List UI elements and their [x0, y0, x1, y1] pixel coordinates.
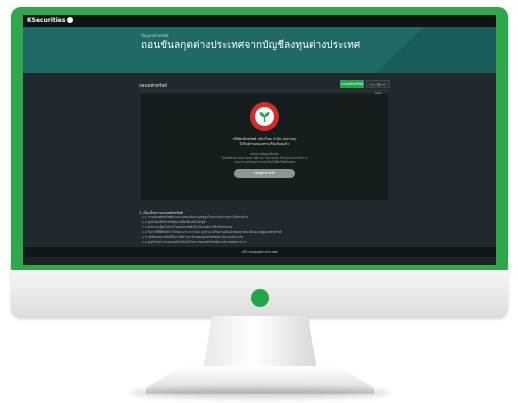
site-logo[interactable]: KSecurities: [27, 16, 74, 26]
conditions-list: 1.1 การถอนหลักทรัพย์ต่างประเทศจะต้องระบุ…: [142, 215, 281, 245]
logo-text: KSecurities: [27, 17, 66, 24]
site-topbar: KSecurities: [23, 15, 496, 27]
floor-shadow: [130, 388, 390, 398]
tab-withdraw[interactable]: ถอนหลักทรัพย์: [340, 80, 364, 88]
monitor-stand-neck: [202, 316, 318, 374]
section-label: ถอนหลักทรัพย์: [139, 84, 167, 89]
back-home-button[interactable]: กลับสู่หน้าหลัก: [234, 169, 295, 178]
plant-icon: [259, 112, 270, 122]
section-divider: [139, 90, 389, 91]
confirmation-message: ได้รับคำขอของท่านเรียบร้อยแล้ว: [239, 142, 290, 146]
processing-note: ระยะเวลาดำเนินการตามเงื่อนไขที่บริษัทกำห…: [233, 160, 296, 164]
kasikorn-logo-icon: [67, 17, 74, 23]
monitor-screen: KSecurities ข้อมูลหลักทรัพย์ ถอนขันลกุดต…: [23, 15, 496, 265]
list-item: 1.6 ลูกค้ารับทราบและยอมรับเงื่อนไขในการถ…: [142, 240, 247, 244]
tab-history[interactable]: ประวัติการถอน: [366, 80, 390, 95]
confirmation-card: บริษัทหลักทรัพย์ กสิกรไทย จำกัด (มหาชน) …: [141, 94, 388, 200]
power-indicator-icon: [251, 289, 269, 307]
site-footer[interactable]: บริการลงทุนต่างประเทศ: [23, 247, 496, 257]
page-title: ถอนขันลกุดต่างประเทศจากบัญชีลงทุนต่างประ…: [141, 40, 361, 51]
footer-strip: [23, 257, 496, 265]
